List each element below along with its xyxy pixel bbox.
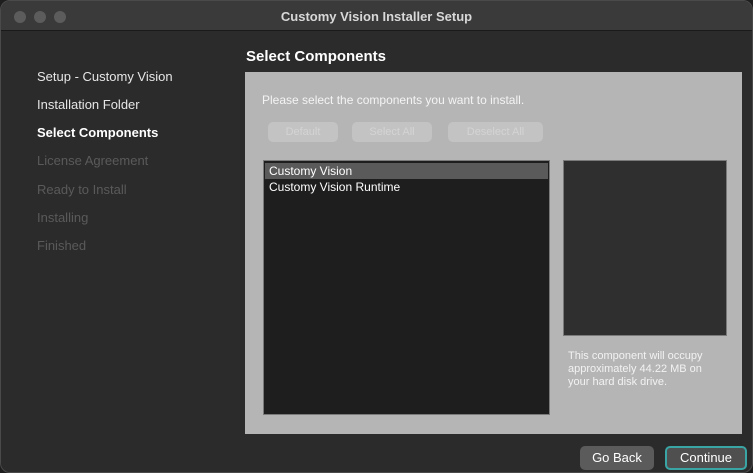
window-title: Customy Vision Installer Setup: [280, 9, 473, 24]
step-installation-folder: Installation Folder: [37, 97, 140, 112]
components-list[interactable]: Customy Vision Customy Vision Runtime: [263, 160, 550, 415]
installer-window: Customy Vision Installer Setup Setup - C…: [0, 0, 753, 473]
go-back-button[interactable]: Go Back: [580, 446, 654, 470]
deselect-all-button[interactable]: Deselect All: [448, 122, 543, 142]
step-ready-to-install: Ready to Install: [37, 182, 127, 197]
steps-sidebar: Setup - Customy Vision Installation Fold…: [1, 31, 237, 472]
step-installing: Installing: [37, 210, 89, 225]
component-size-description: This component will occupy approximately…: [568, 350, 703, 388]
step-setup: Setup - Customy Vision: [37, 69, 173, 84]
step-license-agreement: License Agreement: [37, 153, 149, 168]
instructions-text: Please select the components you want to…: [262, 93, 525, 107]
title-bar[interactable]: Customy Vision Installer Setup: [1, 1, 752, 31]
step-finished: Finished: [37, 238, 87, 253]
component-description-box: [563, 160, 727, 336]
page-title: Select Components: [246, 48, 387, 65]
component-customy-vision-runtime[interactable]: Customy Vision Runtime: [265, 179, 548, 195]
continue-button[interactable]: Continue: [665, 446, 747, 470]
default-button[interactable]: Default: [268, 122, 338, 142]
select-all-button[interactable]: Select All: [352, 122, 432, 142]
components-panel: Please select the components you want to…: [245, 72, 742, 434]
step-select-components: Select Components: [37, 125, 159, 140]
component-customy-vision[interactable]: Customy Vision: [265, 163, 548, 179]
